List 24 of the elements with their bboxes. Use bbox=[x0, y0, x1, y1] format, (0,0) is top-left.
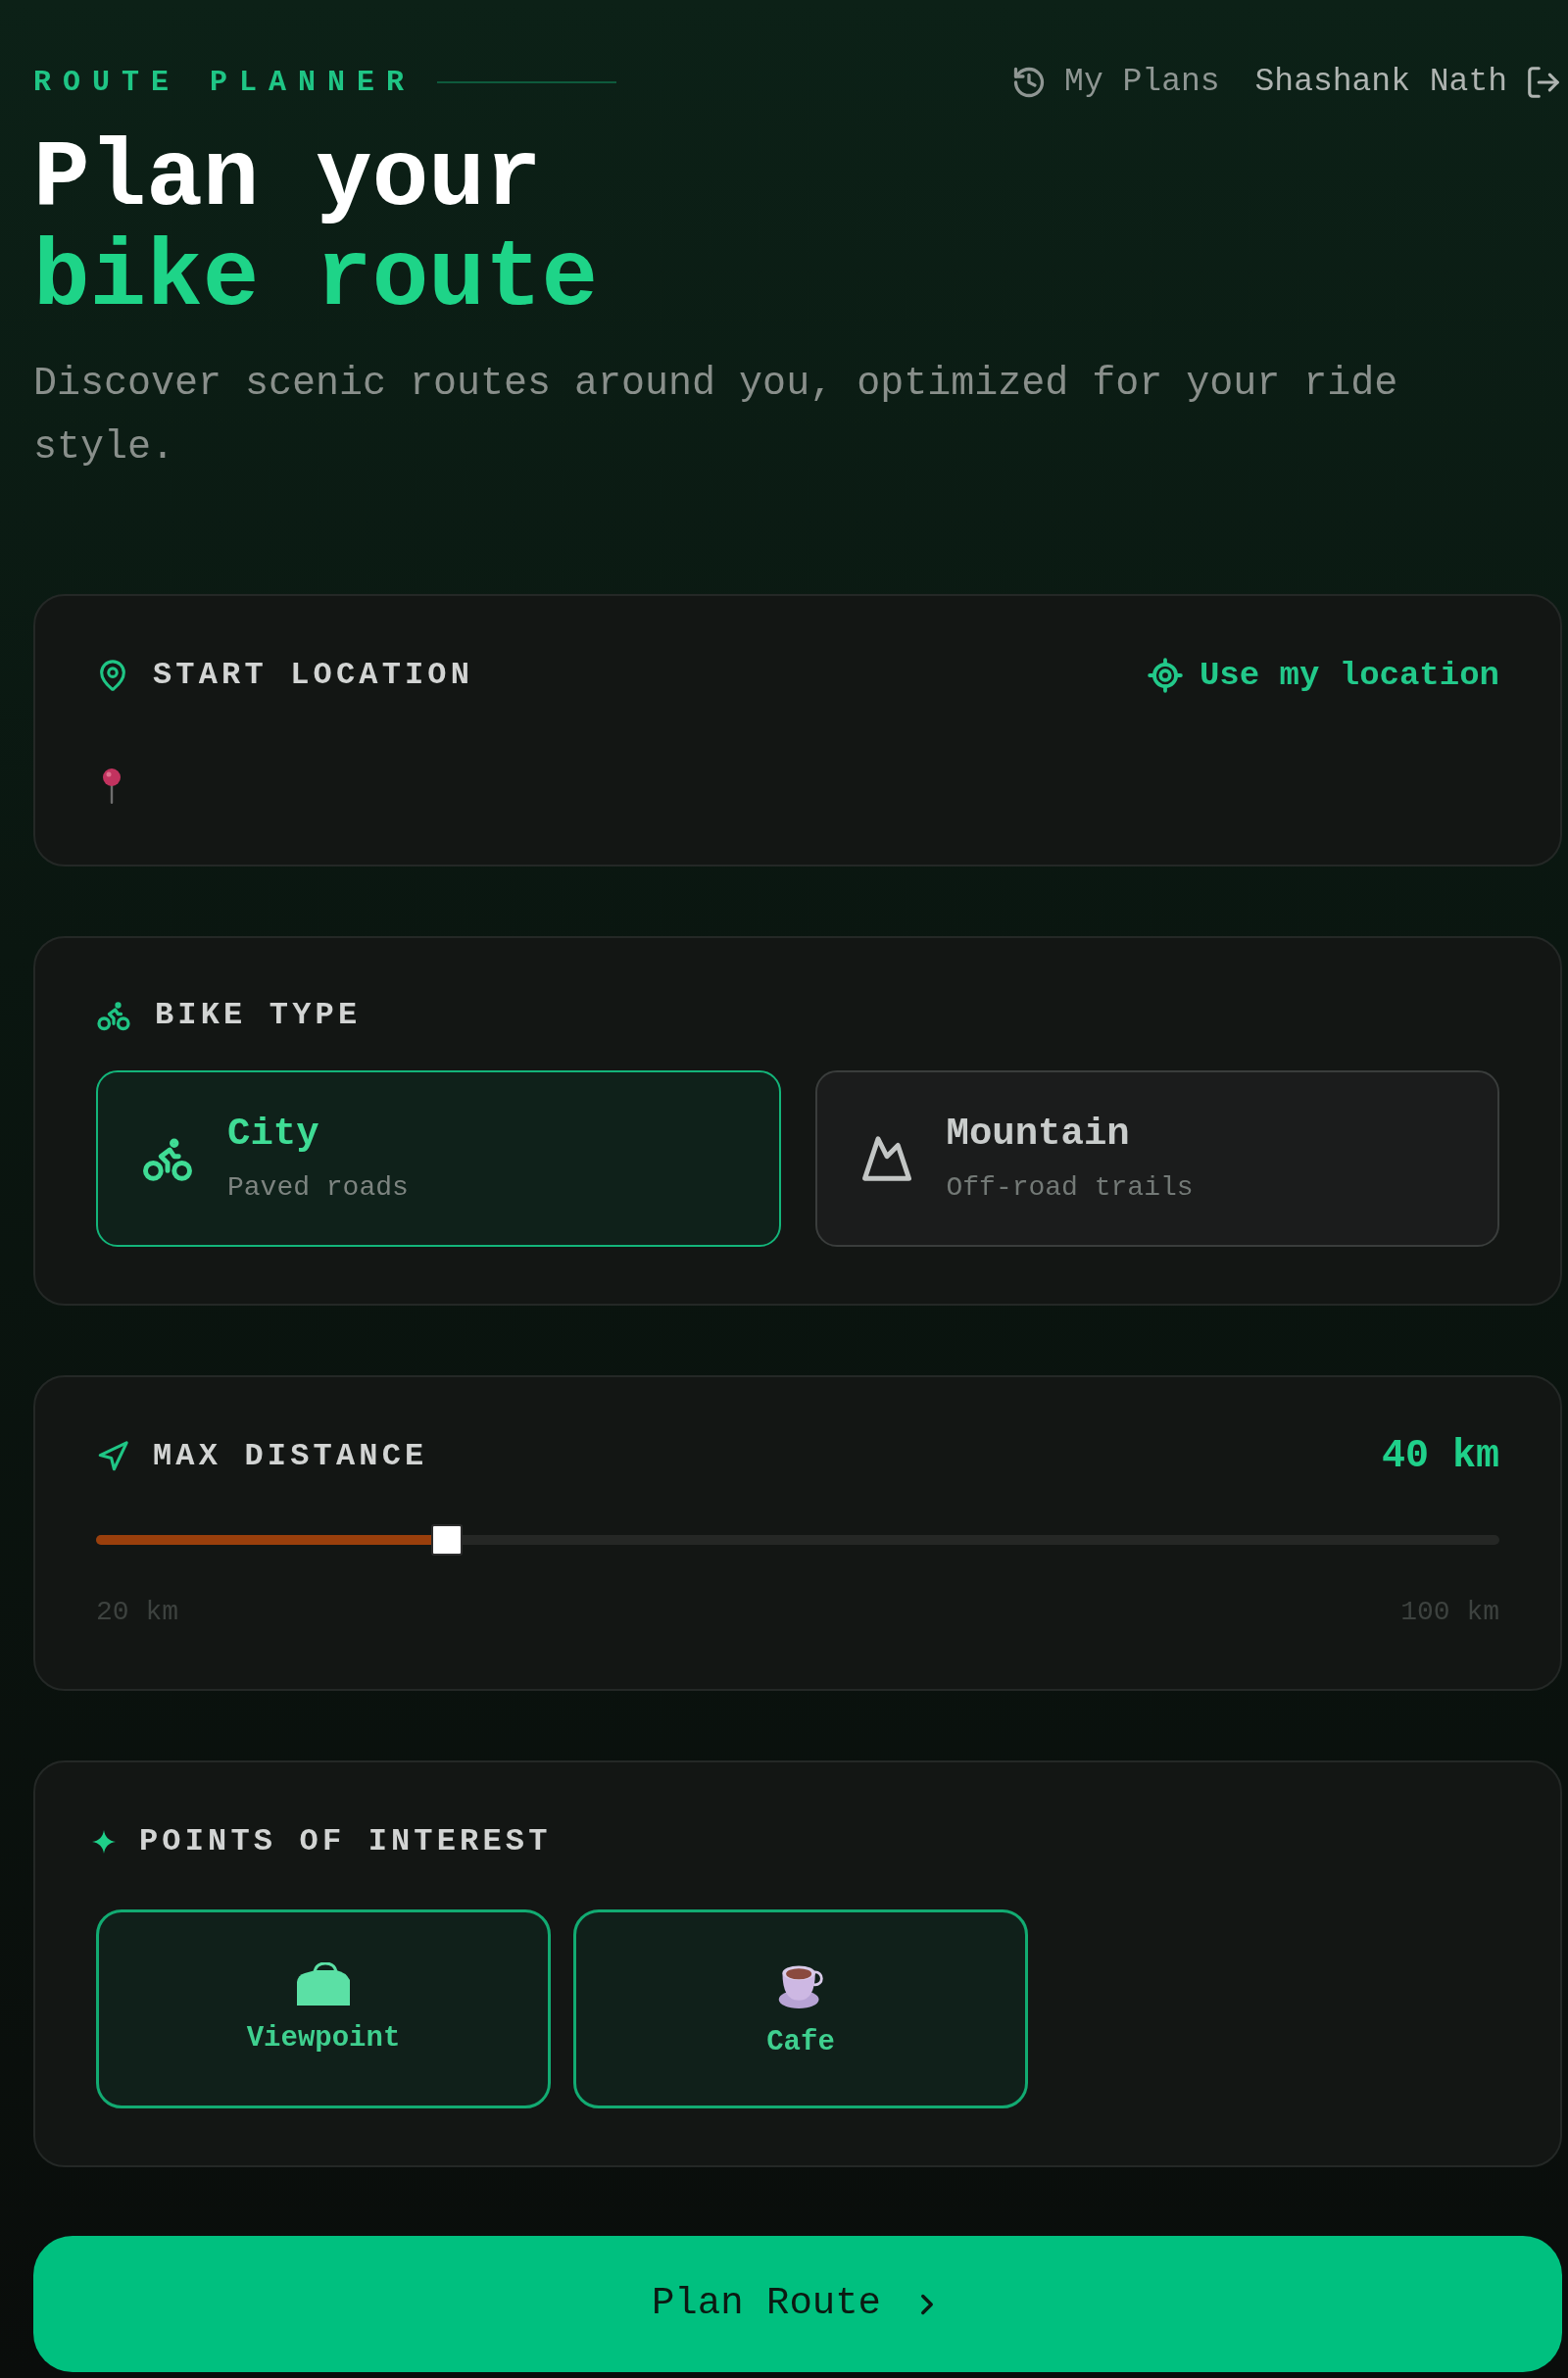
bag-icon bbox=[296, 1961, 351, 2006]
section-label: POINTS OF INTEREST bbox=[139, 1822, 552, 1861]
page-title: Plan your bike route bbox=[33, 129, 599, 329]
section-label: START LOCATION bbox=[153, 656, 474, 695]
bike-type-option[interactable]: City Paved roads bbox=[96, 1070, 781, 1247]
sparkle-icon bbox=[92, 1830, 116, 1854]
slider-track[interactable] bbox=[96, 1535, 1499, 1545]
bike-type-option[interactable]: Mountain Off-road trails bbox=[814, 1070, 1499, 1247]
slider-thumb[interactable] bbox=[431, 1524, 463, 1556]
section-label: BIKE TYPE bbox=[155, 996, 362, 1035]
crosshair-icon bbox=[1146, 657, 1184, 694]
section-label: MAX DISTANCE bbox=[153, 1437, 428, 1476]
page-subtitle: Discover scenic routes around you, optimized for your ride style. bbox=[33, 361, 1399, 471]
navigation-arrow-icon bbox=[96, 1440, 129, 1473]
pushpin-icon bbox=[102, 768, 122, 804]
logout-icon[interactable] bbox=[1525, 64, 1562, 101]
interest-chip[interactable]: Viewpoint bbox=[96, 1909, 551, 2108]
interest-chip[interactable]: Cafe bbox=[573, 1909, 1028, 2108]
distance-value: 40 km bbox=[1381, 1436, 1499, 1477]
user-name: Shashank Nath bbox=[1254, 63, 1507, 102]
nav-link[interactable]: My Plans bbox=[1011, 61, 1220, 104]
plan-route-button[interactable]: Plan Route bbox=[33, 2236, 1562, 2372]
eyebrow-label: ROUTE PLANNER bbox=[33, 65, 416, 101]
use-location-button[interactable]: Use my location bbox=[1146, 655, 1499, 696]
